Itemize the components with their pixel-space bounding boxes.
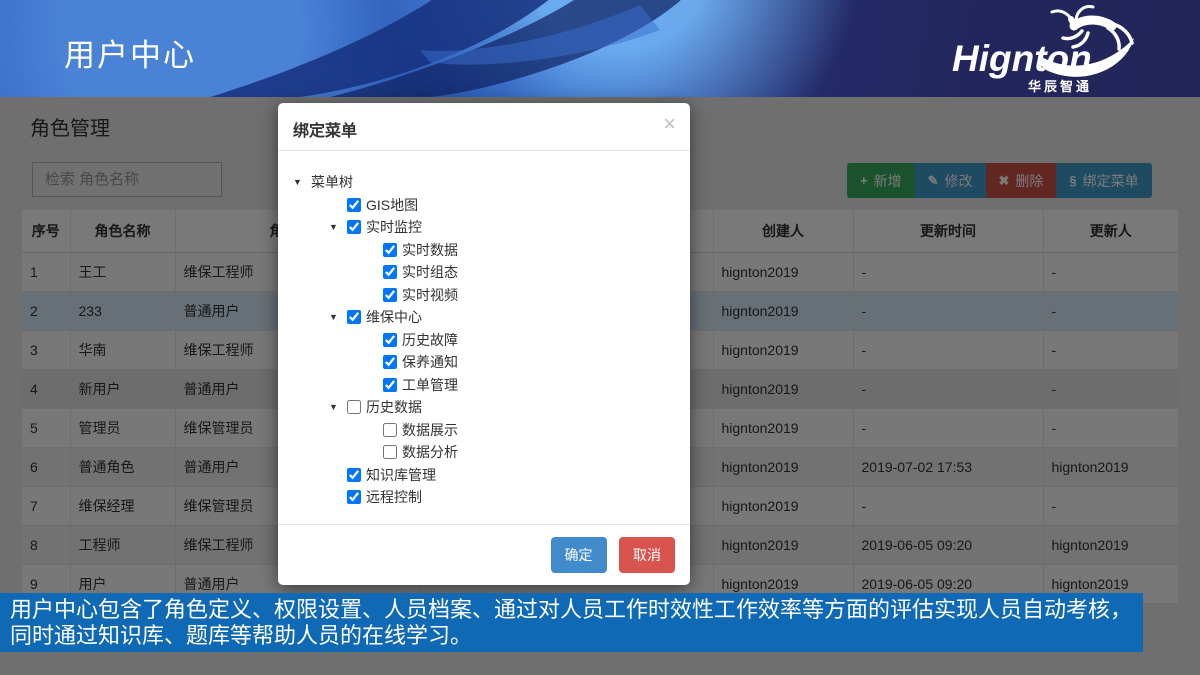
tree-node: ▼ 知识库管理 bbox=[293, 464, 675, 487]
tree-node-label[interactable]: 工单管理 bbox=[402, 375, 458, 395]
tree-node: ▼ 实时数据 bbox=[293, 239, 675, 262]
tree-node: ▼ 数据展示 bbox=[293, 419, 675, 442]
caret-down-icon[interactable]: ▼ bbox=[329, 222, 347, 232]
tree-node: ▼ 保养通知 bbox=[293, 351, 675, 374]
tree-checkbox[interactable] bbox=[383, 355, 397, 369]
tree-node-label[interactable]: 实时数据 bbox=[402, 240, 458, 260]
caret-down-icon[interactable]: ▼ bbox=[293, 177, 311, 187]
tree-checkbox[interactable] bbox=[383, 423, 397, 437]
tree-node-label[interactable]: 维保中心 bbox=[366, 307, 422, 327]
tree-node-label[interactable]: 历史故障 bbox=[402, 330, 458, 350]
tree-node-label[interactable]: 历史数据 bbox=[366, 397, 422, 417]
tree-node: ▼ 工单管理 bbox=[293, 374, 675, 397]
description-banner: 用户中心包含了角色定义、权限设置、人员档案、通过对人员工作时效性工作效率等方面的… bbox=[0, 593, 1143, 652]
tree-node: ▼ GIS地图 bbox=[293, 194, 675, 217]
tree-node-label[interactable]: 保养通知 bbox=[402, 352, 458, 372]
tree-checkbox[interactable] bbox=[383, 333, 397, 347]
app-header: 用户中心 Hignton 华辰智通 bbox=[0, 0, 1200, 97]
caret-down-icon[interactable]: ▼ bbox=[329, 402, 347, 412]
brand-name: Hignton bbox=[952, 38, 1092, 80]
tree-node-label[interactable]: 实时组态 bbox=[402, 262, 458, 282]
tree-checkbox[interactable] bbox=[383, 378, 397, 392]
tree-node: ▼ 菜单树 bbox=[293, 171, 675, 194]
brand-subtext: 华辰智通 bbox=[1028, 76, 1092, 95]
tree-checkbox[interactable] bbox=[347, 310, 361, 324]
tree-checkbox[interactable] bbox=[347, 220, 361, 234]
menu-tree: ▼ 菜单树 ▼ GIS地图 ▼ 实时监控 ▼ 实时数据 ▼ 实时组态 ▼ 实时视… bbox=[278, 151, 690, 509]
page-header-title: 用户中心 bbox=[64, 30, 196, 75]
caret-down-icon[interactable]: ▼ bbox=[329, 312, 347, 322]
tree-node-label[interactable]: 实时监控 bbox=[366, 217, 422, 237]
tree-node: ▼ 数据分析 bbox=[293, 441, 675, 464]
tree-node: ▼ 远程控制 bbox=[293, 486, 675, 509]
tree-node-label[interactable]: 数据展示 bbox=[402, 420, 458, 440]
close-icon[interactable]: × bbox=[663, 113, 676, 135]
modal-title: 绑定菜单 bbox=[293, 123, 357, 140]
tree-node-label[interactable]: 实时视频 bbox=[402, 285, 458, 305]
tree-node: ▼ 历史数据 bbox=[293, 396, 675, 419]
tree-node-label[interactable]: 菜单树 bbox=[311, 172, 353, 192]
tree-node: ▼ 历史故障 bbox=[293, 329, 675, 352]
tree-checkbox[interactable] bbox=[383, 243, 397, 257]
tree-checkbox[interactable] bbox=[347, 490, 361, 504]
screen: 用户中心 Hignton 华辰智通 角色管理 + bbox=[0, 0, 1200, 675]
tree-checkbox[interactable] bbox=[383, 265, 397, 279]
tree-node: ▼ 维保中心 bbox=[293, 306, 675, 329]
bind-menu-modal: 绑定菜单 × ▼ 菜单树 ▼ GIS地图 ▼ 实时监控 ▼ 实时数据 ▼ 实时组… bbox=[278, 103, 690, 585]
tree-checkbox[interactable] bbox=[347, 400, 361, 414]
tree-node: ▼ 实时组态 bbox=[293, 261, 675, 284]
brand-logo: Hignton 华辰智通 bbox=[952, 8, 1142, 92]
modal-header: 绑定菜单 × bbox=[278, 103, 690, 151]
tree-node-label[interactable]: 数据分析 bbox=[402, 442, 458, 462]
confirm-button[interactable]: 确定 bbox=[551, 537, 607, 573]
tree-checkbox[interactable] bbox=[383, 445, 397, 459]
tree-node: ▼ 实时视频 bbox=[293, 284, 675, 307]
cancel-button[interactable]: 取消 bbox=[619, 537, 675, 573]
tree-node-label[interactable]: 远程控制 bbox=[366, 487, 422, 507]
tree-node-label[interactable]: GIS地图 bbox=[366, 195, 418, 215]
tree-node: ▼ 实时监控 bbox=[293, 216, 675, 239]
tree-checkbox[interactable] bbox=[383, 288, 397, 302]
modal-footer: 确定 取消 bbox=[278, 524, 690, 585]
tree-checkbox[interactable] bbox=[347, 468, 361, 482]
tree-checkbox[interactable] bbox=[347, 198, 361, 212]
tree-node-label[interactable]: 知识库管理 bbox=[366, 465, 436, 485]
